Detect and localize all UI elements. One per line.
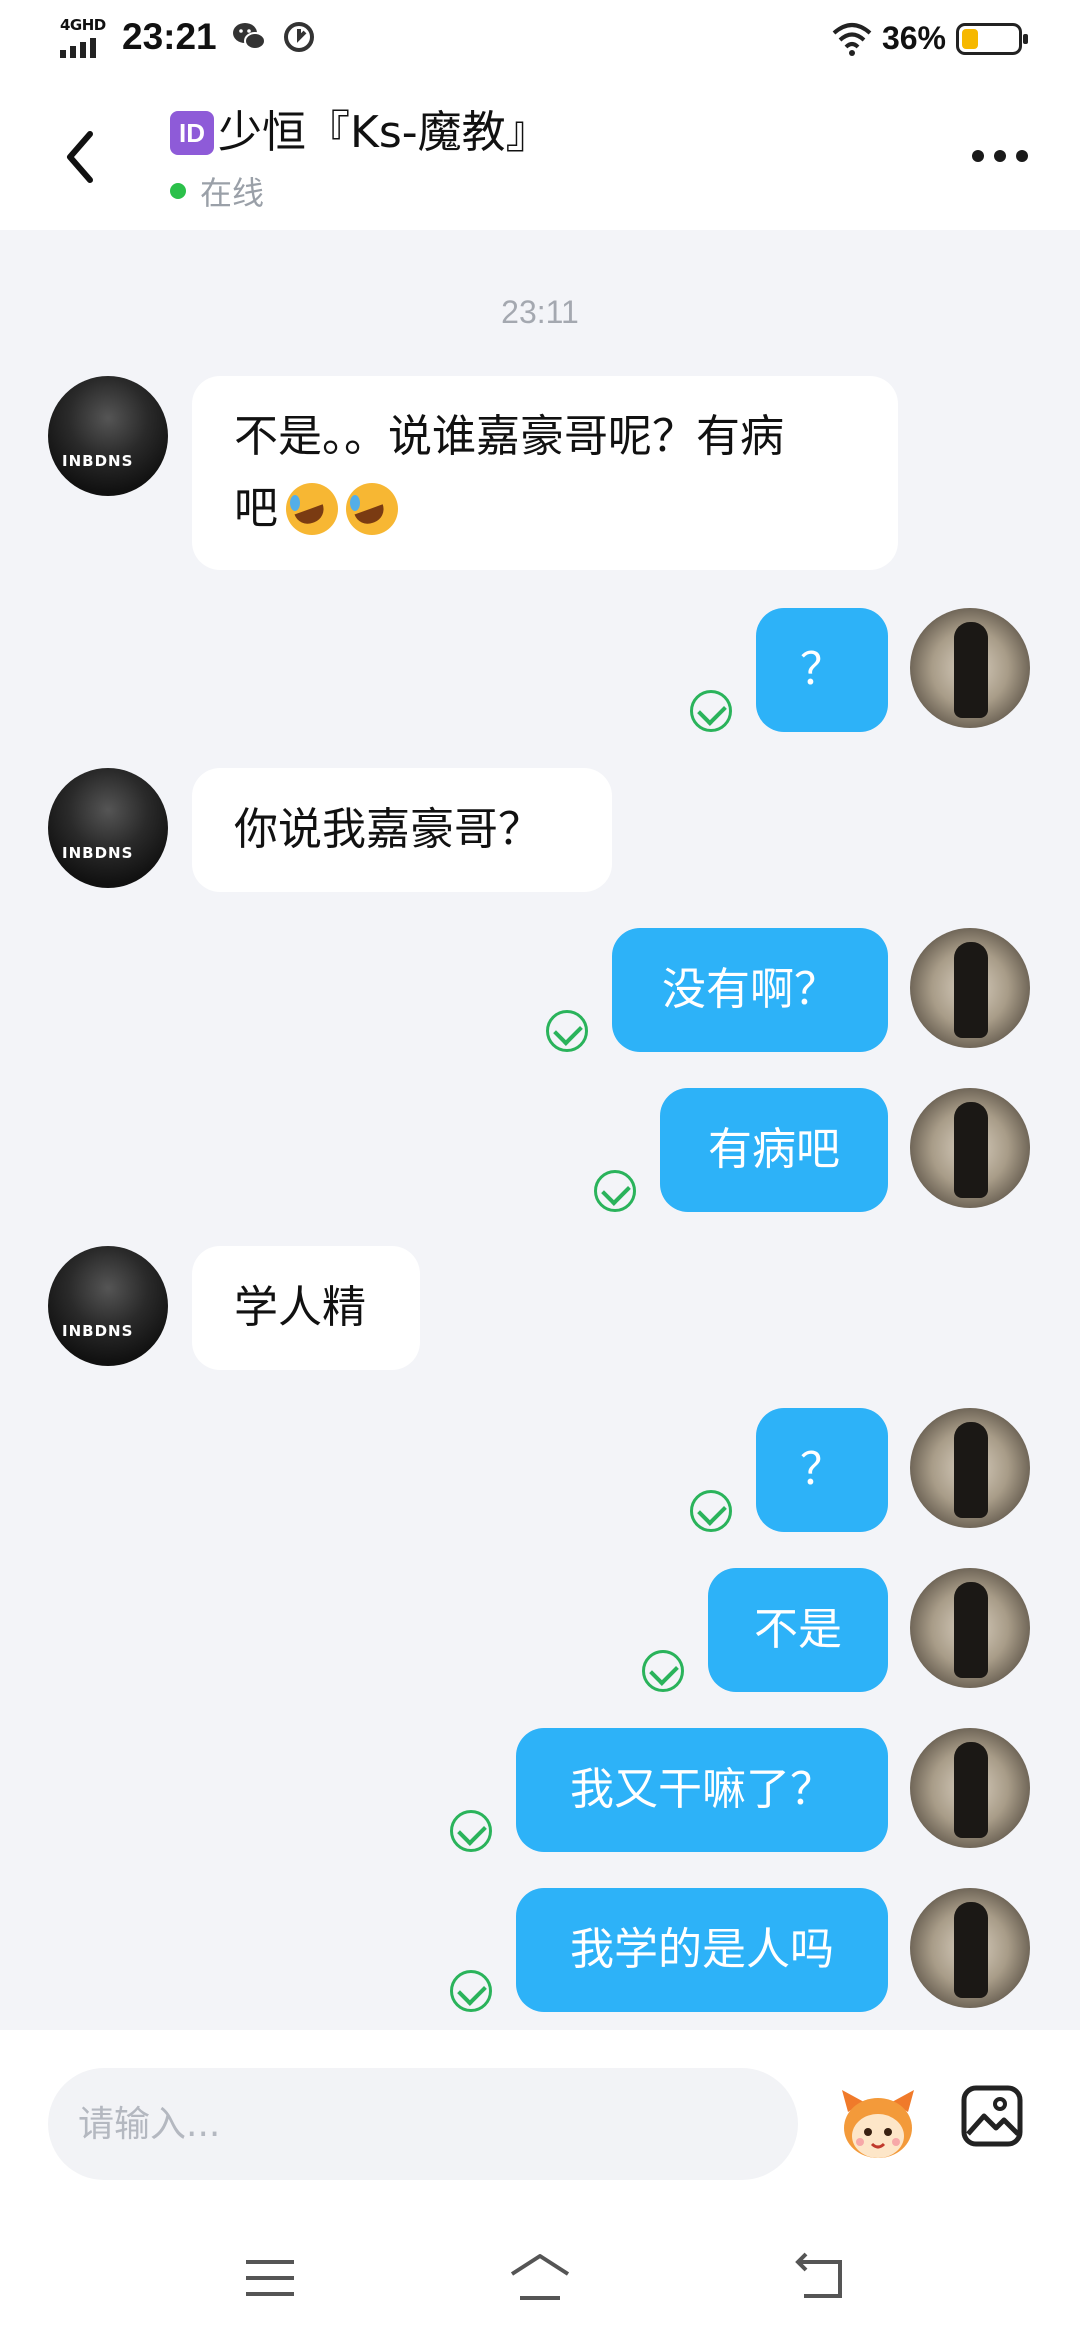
id-badge-icon: ID [170,111,214,155]
read-check-icon [450,1970,492,2012]
chat-header: ID 少恒『Ks-魔教』 在线 [0,84,1080,230]
read-check-icon [690,1490,732,1532]
message-bubble[interactable]: 我学的是人吗 [516,1888,888,2012]
composer [0,2030,1080,2210]
back-arrow-icon[interactable] [58,124,108,190]
contact-avatar[interactable]: INBDNS [48,1246,168,1366]
message-bubble[interactable]: 没有啊？ [612,928,888,1052]
message-sent: 有病吧 [0,1088,1080,1212]
system-nav-bar [0,2210,1080,2340]
message-sent: ？ [0,608,1080,732]
message-bubble[interactable]: 学人精 [192,1246,420,1370]
message-bubble[interactable]: 有病吧 [660,1088,888,1212]
message-bubble[interactable]: ？ [756,608,888,732]
clock: 23:21 [122,16,217,57]
message-timestamp: 23:11 [501,294,579,330]
wifi-icon [832,22,872,56]
my-avatar[interactable] [910,1408,1030,1528]
read-check-icon [690,690,732,732]
message-sent: 没有啊？ [0,928,1080,1052]
back-nav-icon[interactable] [790,2248,850,2308]
message-sent: ？ [0,1408,1080,1532]
contact-avatar[interactable]: INBDNS [48,768,168,888]
my-avatar[interactable] [910,608,1030,728]
battery-icon [956,22,1028,55]
contact-avatar[interactable]: INBDNS [48,376,168,496]
message-bubble[interactable]: 不是。。说谁嘉豪哥呢？有病 吧 [192,376,898,570]
message-sent: 我又干嘛了？ [0,1728,1080,1852]
read-check-icon [642,1650,684,1692]
message-bubble[interactable]: 你说我嘉豪哥？ [192,768,612,892]
sync-icon [283,22,314,52]
message-input[interactable] [48,2068,798,2180]
more-options-icon[interactable] [972,150,1028,162]
message-received: INBDNS 不是。。说谁嘉豪哥呢？有病 吧 [0,376,1080,576]
battery-fill [962,28,978,49]
my-avatar[interactable] [910,928,1030,1048]
message-list[interactable]: 23:11 INBDNS 不是。。说谁嘉豪哥呢？有病 吧 ？ INBDNS 你说… [0,230,1080,2030]
online-dot-icon [170,183,186,199]
my-avatar[interactable] [910,1568,1030,1688]
my-avatar[interactable] [910,1728,1030,1848]
contact-name: 少恒『Ks-魔教』 [218,107,550,158]
online-status: 在线 [200,174,265,212]
message-bubble[interactable]: 我又干嘛了？ [516,1728,888,1852]
read-check-icon [546,1010,588,1052]
cellular-signal-icon: 4GHD [58,14,108,60]
read-check-icon [594,1170,636,1212]
menu-icon[interactable] [240,2248,300,2308]
network-type: 4GHD [60,16,106,34]
rofl-emoji-icon [286,483,338,535]
contact-info[interactable]: ID 少恒『Ks-魔教』 在线 [170,104,550,214]
message-bubble[interactable]: ？ [756,1408,888,1532]
home-icon[interactable] [508,2248,572,2308]
my-avatar[interactable] [910,1088,1030,1208]
message-input-wrapper[interactable] [48,2068,798,2180]
emoji-mascot-icon[interactable] [836,2082,920,2166]
read-check-icon [450,1810,492,1852]
image-picker-icon[interactable] [960,2084,1024,2148]
message-sent: 我学的是人吗 [0,1888,1080,2012]
battery-percent: 36% [881,20,946,56]
message-received: INBDNS 学人精 [0,1246,1080,1370]
wechat-icon [232,23,266,50]
status-bar: 4GHD 23:21 36% [0,0,1080,84]
my-avatar[interactable] [910,1888,1030,2008]
message-sent: 不是 [0,1568,1080,1692]
message-bubble[interactable]: 不是 [708,1568,888,1692]
rofl-emoji-icon [346,483,398,535]
message-received: INBDNS 你说我嘉豪哥？ [0,768,1080,892]
